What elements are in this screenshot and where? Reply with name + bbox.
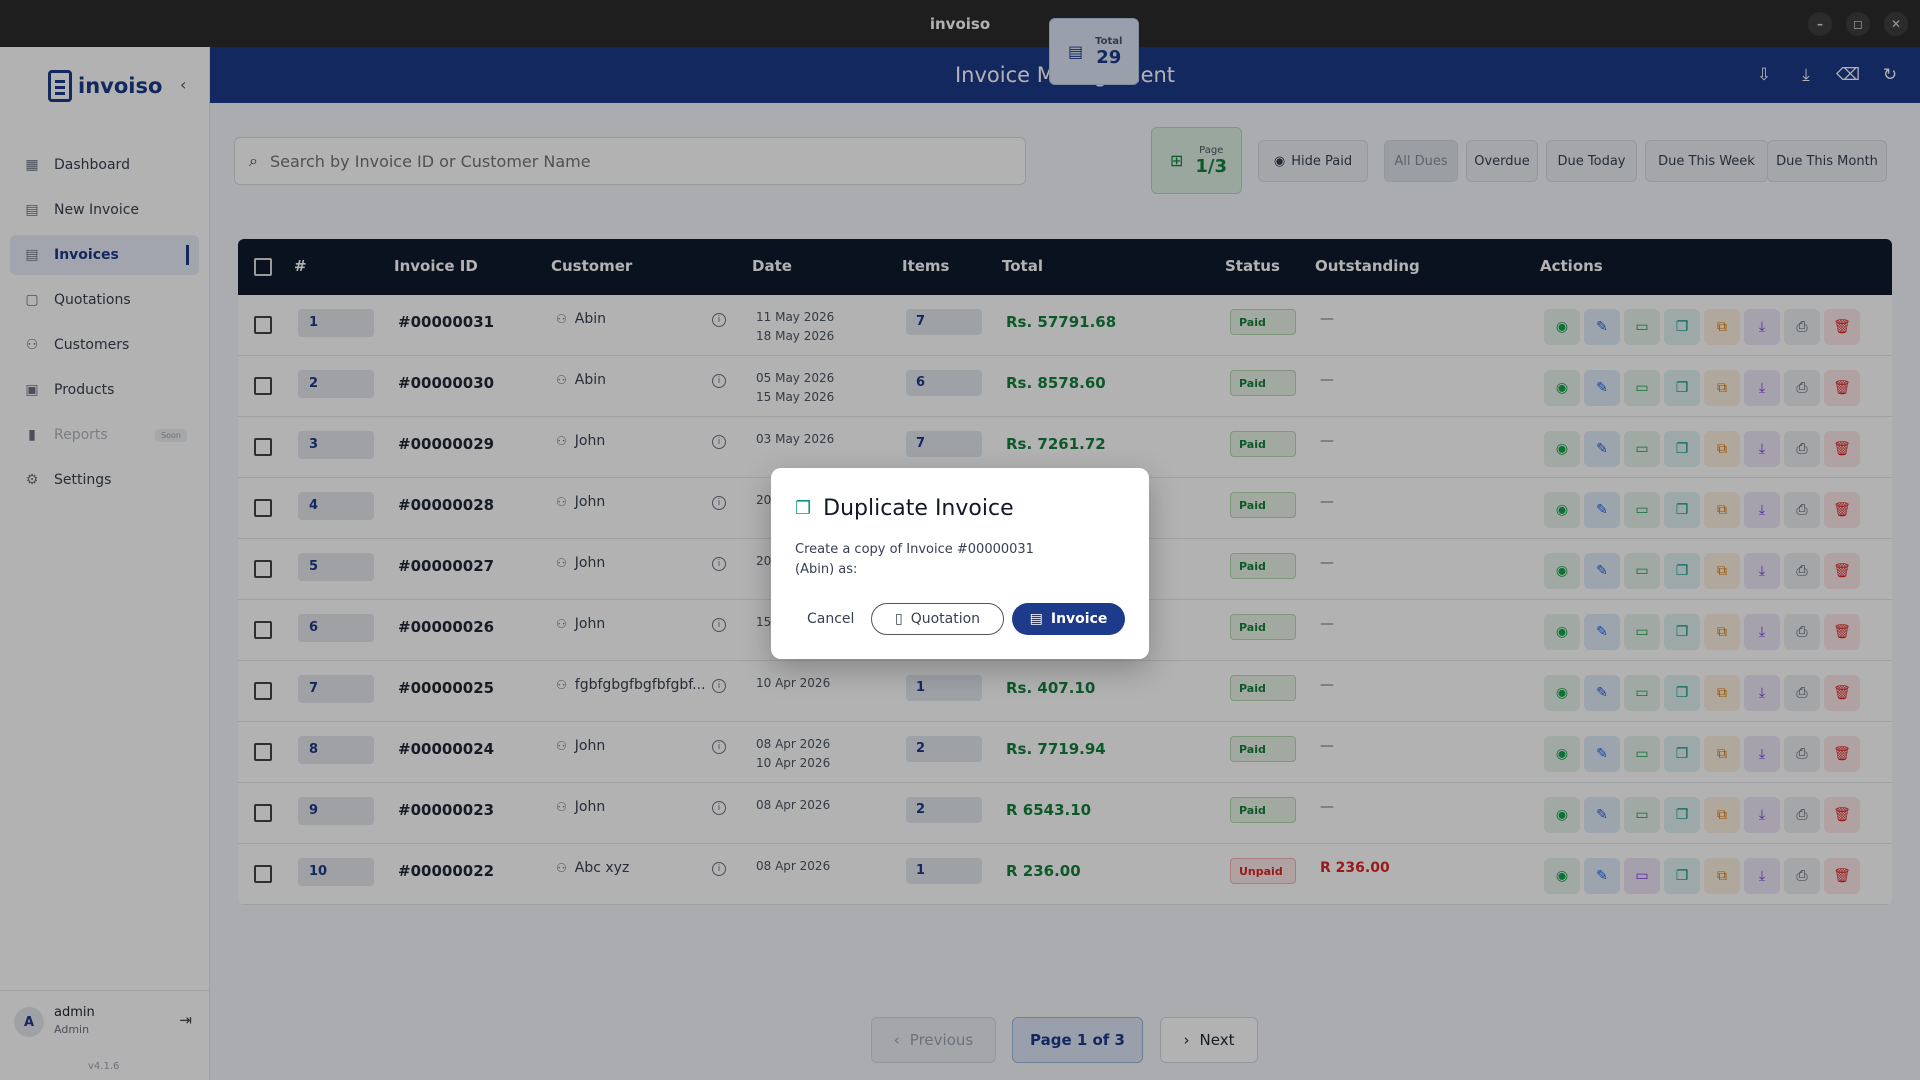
dialog-header: ❐ Duplicate Invoice: [795, 496, 1014, 521]
duplicate-invoice-dialog: ❐ Duplicate Invoice Create a copy of Inv…: [771, 468, 1149, 659]
dialog-message: Create a copy of Invoice #00000031 (Abin…: [795, 542, 1034, 577]
duplicate-icon: ❐: [795, 498, 812, 519]
invoice-label: Invoice: [1050, 611, 1108, 627]
cancel-button[interactable]: Cancel: [807, 611, 854, 627]
duplicate-as-quotation-button[interactable]: ▯ Quotation: [871, 603, 1004, 635]
dialog-title: Duplicate Invoice: [823, 496, 1014, 521]
quotation-label: Quotation: [910, 611, 981, 627]
duplicate-as-invoice-button[interactable]: ▤ Invoice: [1012, 603, 1125, 635]
invoice-icon: ▤: [1029, 611, 1043, 627]
quotation-icon: ▯: [894, 611, 903, 627]
